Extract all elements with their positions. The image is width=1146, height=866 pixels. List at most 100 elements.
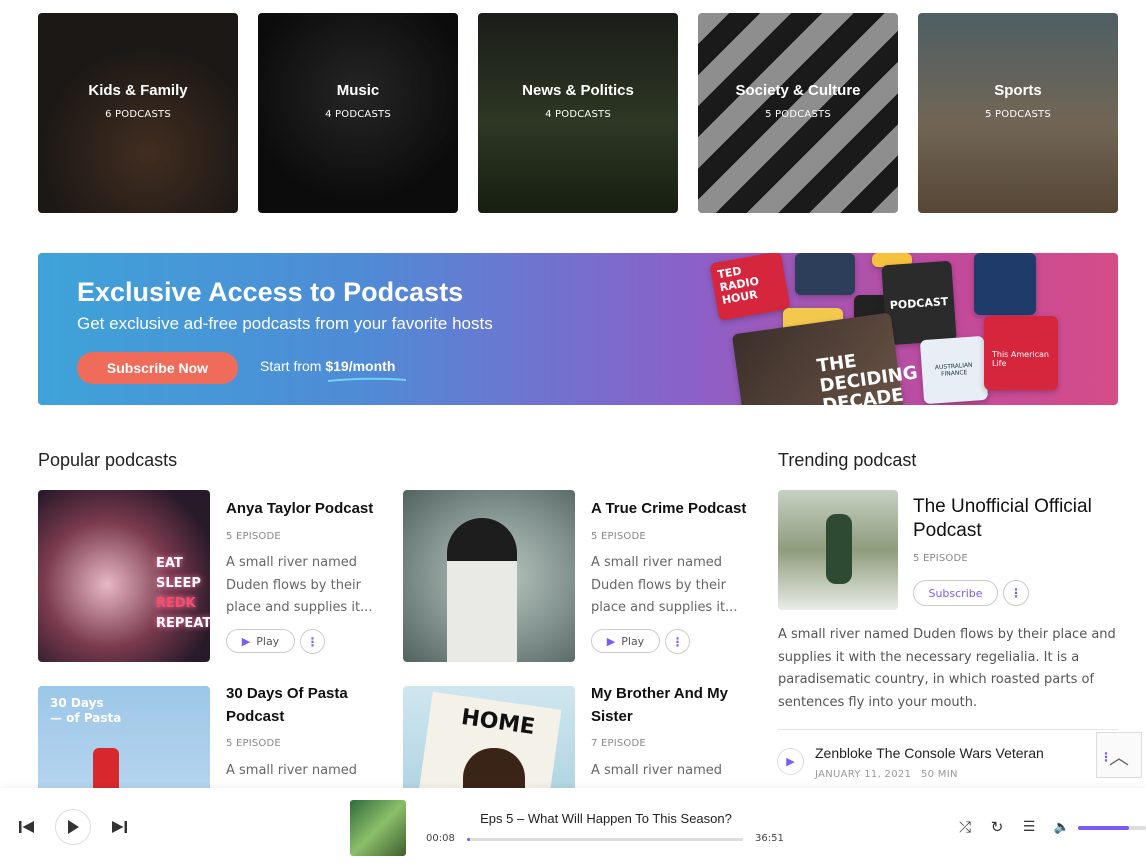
price-value: $19/month xyxy=(325,358,396,374)
category-count: 4 PODCASTS xyxy=(545,109,611,120)
more-vertical-icon: ⋮ xyxy=(671,634,684,649)
podcast-tile: THE DECIDING DECADE xyxy=(731,312,919,405)
episode-count: 5 EPISODE xyxy=(226,531,281,542)
podcast-description: A small river named Duden flows by their… xyxy=(226,555,373,615)
price-text: Start from $19/month xyxy=(260,358,395,374)
podcast-tile: AUSTRALIAN FINANCE xyxy=(919,335,989,405)
playlist-icon: ☰ xyxy=(1022,819,1036,835)
progress-bar[interactable] xyxy=(467,838,743,841)
skip-back-icon xyxy=(19,821,34,833)
repeat-icon: ↻ xyxy=(990,818,1004,836)
category-title: Sports xyxy=(994,82,1042,99)
more-vertical-icon: ⋮ xyxy=(1010,586,1022,600)
category-count: 6 PODCASTS xyxy=(105,109,171,120)
category-card[interactable]: Music 4 PODCASTS xyxy=(258,13,458,213)
tile-label: This American Life xyxy=(992,350,1049,368)
podcast-tile: This American Life xyxy=(984,316,1058,390)
audio-player: Eps 5 – What Will Happen To This Season?… xyxy=(0,788,1146,866)
cover-text: 30 Days — of Pasta xyxy=(50,696,122,725)
category-card[interactable]: Kids & Family 6 PODCASTS xyxy=(38,13,238,213)
podcast-image[interactable]: EAT SLEEP REDK REPEAT xyxy=(38,490,210,662)
tile-label: THE DECIDING DECADE xyxy=(815,350,920,405)
episode-date: JANUARY 11, 2021 xyxy=(815,769,912,780)
divider xyxy=(778,729,1118,730)
more-vertical-icon[interactable]: ⋮ xyxy=(1100,750,1112,764)
podcast-title[interactable]: Anya Taylor Podcast xyxy=(226,497,386,520)
category-card[interactable]: Sports 5 PODCASTS xyxy=(918,13,1118,213)
episode-count: 7 EPISODE xyxy=(591,738,646,749)
play-icon: ▶ xyxy=(241,634,251,648)
more-vertical-icon: ⋮ xyxy=(306,634,319,649)
popular-heading: Popular podcasts xyxy=(38,450,178,470)
podcast-description: A small river named Duden flows by their… xyxy=(591,555,738,615)
trending-heading: Trending podcast xyxy=(778,450,917,470)
podcast-tile: TED RADIO HOUR xyxy=(709,253,791,321)
portrait-figure xyxy=(447,518,517,662)
volume-button[interactable]: 🔈 xyxy=(1053,818,1071,836)
volume-fill xyxy=(1078,826,1129,830)
episode-play-button[interactable]: ▶ xyxy=(777,748,804,775)
play-button[interactable]: ▶ Play xyxy=(226,629,295,653)
progress-fill xyxy=(467,838,470,841)
more-button[interactable]: ⋮ xyxy=(665,629,690,654)
play-label: Play xyxy=(621,634,645,648)
category-title: Society & Culture xyxy=(735,82,861,99)
episode-count: 5 EPISODE xyxy=(913,553,968,564)
price-prefix: Start from xyxy=(260,358,326,374)
play-icon xyxy=(68,820,79,834)
subscribe-now-button[interactable]: Subscribe Now xyxy=(77,352,238,384)
skip-forward-icon xyxy=(112,821,127,833)
podcast-description: A small river named xyxy=(226,763,358,778)
category-card[interactable]: News & Politics 4 PODCASTS xyxy=(478,13,678,213)
shuffle-button[interactable]: ⤮ xyxy=(956,818,974,836)
category-count: 5 PODCASTS xyxy=(985,109,1051,120)
podcast-title[interactable]: My Brother And My Sister xyxy=(591,682,751,728)
podcast-title[interactable]: 30 Days Of Pasta Podcast xyxy=(226,682,386,728)
trending-title[interactable]: The Unofficial Official Podcast xyxy=(913,495,1113,543)
podcast-tile xyxy=(974,253,1036,315)
play-button[interactable]: ▶ Play xyxy=(591,629,660,653)
repeat-button[interactable]: ↻ xyxy=(988,818,1006,836)
tile-label: AUSTRALIAN FINANCE xyxy=(934,361,973,378)
play-icon: ▶ xyxy=(606,634,616,648)
episode-count: 5 EPISODE xyxy=(226,738,281,749)
shuffle-icon: ⤮ xyxy=(958,818,971,836)
category-count: 5 PODCASTS xyxy=(765,109,831,120)
podcast-title[interactable]: A True Crime Podcast xyxy=(591,497,751,520)
podcast-tile xyxy=(795,253,855,295)
previous-button[interactable] xyxy=(16,816,38,838)
promo-banner[interactable]: Exclusive Access to Podcasts Get exclusi… xyxy=(38,253,1118,405)
next-button[interactable] xyxy=(108,816,130,838)
episode-count: 5 EPISODE xyxy=(591,531,646,542)
total-time: 36:51 xyxy=(755,833,784,844)
subscribe-button[interactable]: Subscribe xyxy=(913,580,998,606)
category-title: Kids & Family xyxy=(88,82,188,99)
play-label: Play xyxy=(256,634,280,648)
more-button[interactable]: ⋮ xyxy=(300,629,325,654)
playlist-button[interactable]: ☰ xyxy=(1020,818,1038,836)
episode-duration: 50 MIN xyxy=(921,769,958,780)
play-icon: ▶ xyxy=(786,755,795,768)
category-card[interactable]: Society & Culture 5 PODCASTS xyxy=(698,13,898,213)
podcast-description: A small river named xyxy=(591,763,723,778)
hiker-figure xyxy=(826,514,852,584)
neon-text: EAT SLEEP REDK REPEAT xyxy=(156,556,210,631)
more-button[interactable]: ⋮ xyxy=(1003,580,1029,606)
underline-squiggle xyxy=(327,377,407,382)
tile-label: TED RADIO HOUR xyxy=(716,264,760,307)
trending-image[interactable] xyxy=(778,490,898,610)
banner-title: Exclusive Access to Podcasts xyxy=(77,277,464,307)
podcast-image[interactable] xyxy=(403,490,575,662)
play-pause-button[interactable] xyxy=(55,809,91,845)
track-title: Eps 5 – What Will Happen To This Season? xyxy=(480,811,732,826)
volume-icon: 🔈 xyxy=(1053,819,1071,835)
category-count: 4 PODCASTS xyxy=(325,109,391,120)
banner-subtitle: Get exclusive ad-free podcasts from your… xyxy=(77,314,493,333)
tile-label: PODCAST xyxy=(889,294,949,312)
category-title: News & Politics xyxy=(522,82,634,99)
volume-slider[interactable] xyxy=(1078,826,1146,830)
episode-title[interactable]: Zenbloke The Console Wars Veteran xyxy=(815,745,1044,761)
track-artwork[interactable] xyxy=(350,800,406,856)
elapsed-time: 00:08 xyxy=(426,833,455,844)
category-title: Music xyxy=(336,82,380,99)
